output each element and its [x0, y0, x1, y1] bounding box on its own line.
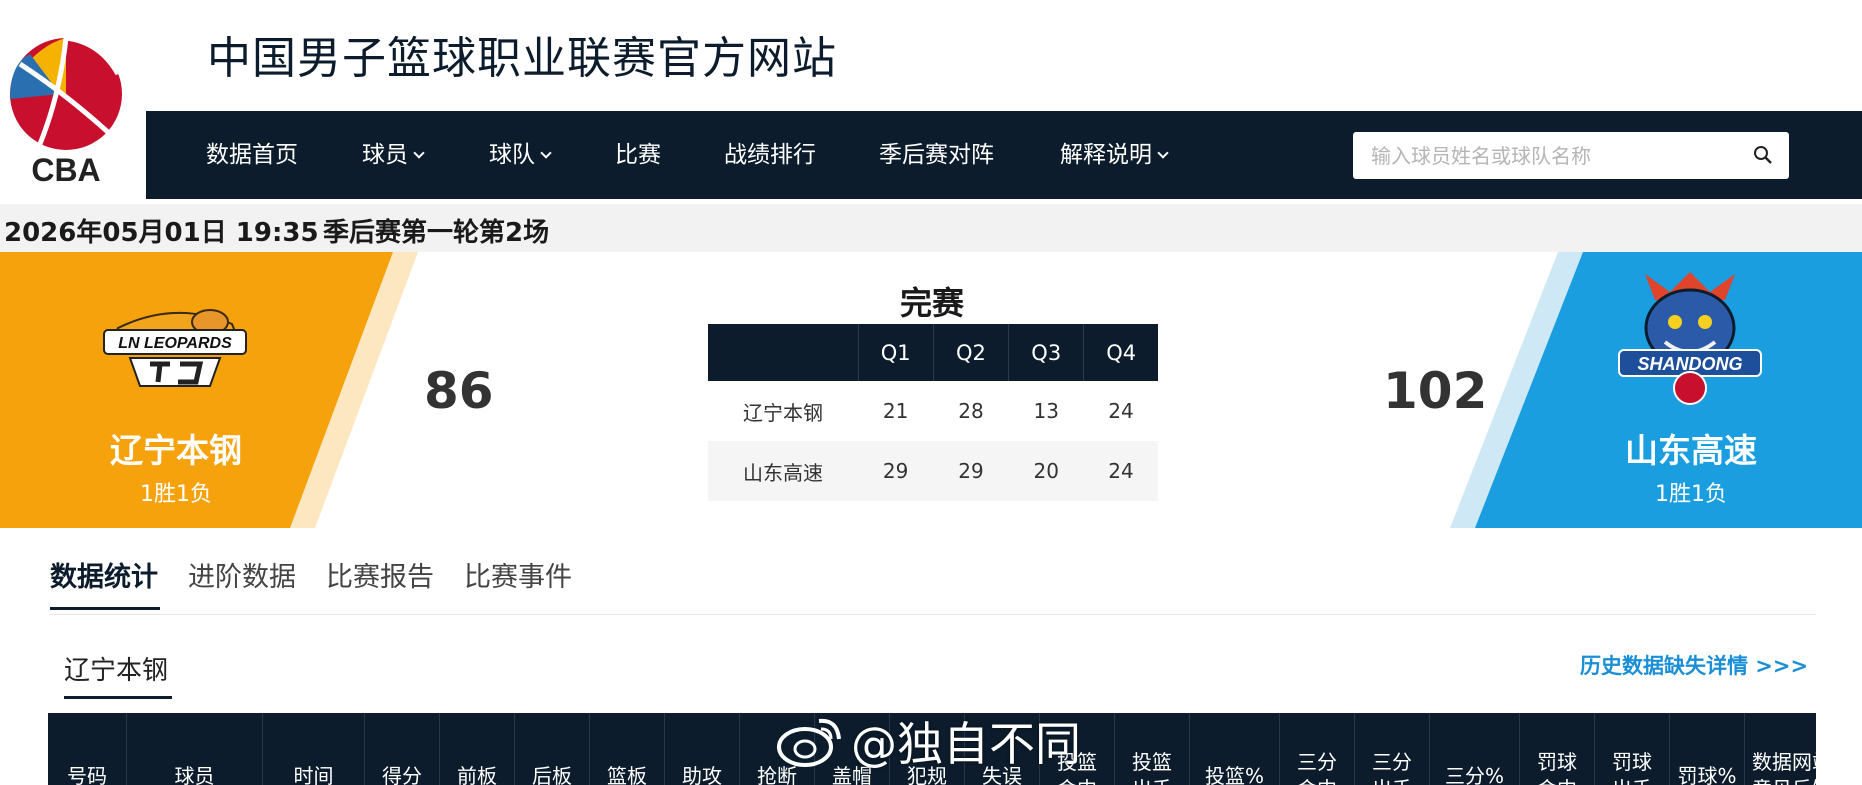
away-team-record: 1胜1负: [1655, 482, 1727, 507]
stats-column-header[interactable]: 罚球 命中: [1519, 713, 1594, 785]
row-team-name: 山东高速: [708, 441, 858, 501]
stats-column-header[interactable]: 助攻: [664, 713, 739, 785]
search-icon[interactable]: [1753, 145, 1773, 165]
stats-column-header[interactable]: 罚球%: [1669, 713, 1744, 785]
quarter-score: 21: [882, 399, 909, 423]
tab-box-score[interactable]: 数据统计: [50, 555, 158, 594]
stats-column-header[interactable]: 投篮%: [1189, 713, 1279, 785]
stats-column-header[interactable]: 三分 出手: [1354, 713, 1429, 785]
logo-text: CBA: [31, 152, 100, 184]
stats-column-header[interactable]: 球员: [126, 713, 262, 785]
home-team-record: 1胜1负: [140, 482, 212, 507]
tab-advanced-stats[interactable]: 进阶数据: [188, 555, 296, 594]
row-team-name: 辽宁本钢: [743, 400, 823, 425]
quarter-scores-table: Q1 Q2 Q3 Q4 辽宁本钢 21 28 13 24 山东高速 29 29 …: [708, 324, 1158, 501]
game-datetime: 2026年05月01日 19:35: [4, 218, 319, 248]
home-team-logo[interactable]: LN LEOPARDS: [100, 300, 250, 390]
game-status: 完赛: [900, 284, 965, 322]
stats-column-header[interactable]: 罚球 出手: [1594, 713, 1669, 785]
table-header-row: Q1 Q2 Q3 Q4: [708, 324, 1158, 381]
main-navbar: 数据首页 球员 球队 比赛 战绩排行 季后赛对阵 解释说明: [146, 111, 1862, 199]
history-data-link[interactable]: 历史数据缺失详情 >>>: [1580, 650, 1808, 680]
nav-item-data-home[interactable]: 数据首页: [206, 111, 298, 199]
site-title: 中国男子篮球职业联赛官方网站: [207, 33, 837, 84]
cba-logo[interactable]: CBA: [0, 24, 130, 184]
chevron-down-icon: [540, 147, 552, 159]
chevron-down-icon: [1157, 147, 1169, 159]
stats-column-header[interactable]: 投篮 出手: [1114, 713, 1189, 785]
quarter-score: 29: [858, 441, 934, 501]
home-team-name[interactable]: 辽宁本钢: [26, 424, 326, 472]
nav-item-explanations[interactable]: 解释说明: [1060, 111, 1169, 199]
search-input[interactable]: [1353, 132, 1733, 179]
stats-column-header[interactable]: 时间: [262, 713, 364, 785]
table-header-q4: Q4: [1083, 324, 1158, 381]
table-header-team: [708, 324, 858, 381]
game-round: 季后赛第一轮第2场: [323, 218, 550, 248]
table-header-q3: Q3: [1008, 324, 1084, 381]
stats-column-header[interactable]: 三分 命中: [1279, 713, 1354, 785]
search-box: [1353, 132, 1789, 179]
nav-item-teams[interactable]: 球队: [489, 111, 552, 199]
away-team-logo[interactable]: SHANDONG: [1615, 270, 1765, 410]
quarter-score: 24: [1108, 399, 1134, 423]
home-team-score: 86: [424, 362, 494, 420]
stats-column-header[interactable]: 前板: [439, 713, 514, 785]
nav-item-players[interactable]: 球员: [362, 111, 425, 199]
nav-item-games[interactable]: 比赛: [615, 111, 661, 199]
team-stats-title-underline: [64, 696, 172, 699]
nav-item-standings[interactable]: 战绩排行: [724, 111, 816, 199]
scoreboard-panel: LN LEOPARDS 辽宁本钢 1胜1负 86 完赛 Q1 Q2 Q3 Q4 …: [0, 252, 1862, 528]
stats-column-header[interactable]: 数据网站 意见反馈: [1744, 713, 1816, 785]
stats-column-header[interactable]: 得分: [364, 713, 439, 785]
quarter-score: 29: [933, 441, 1009, 501]
game-info-bar: 2026年05月01日 19:35 季后赛第一轮第2场: [0, 204, 1862, 252]
tabs-divider: [50, 614, 1816, 615]
away-team-name[interactable]: 山东高速: [1541, 424, 1841, 472]
table-row: 辽宁本钢 21 28 13 24: [708, 381, 1158, 441]
stats-column-header[interactable]: 后板: [514, 713, 589, 785]
quarter-score: 20: [1008, 441, 1084, 501]
tab-game-report[interactable]: 比赛报告: [326, 555, 434, 594]
table-header-q2: Q2: [932, 324, 1009, 381]
quarter-score: 13: [1033, 399, 1059, 423]
table-row: 山东高速 29 29 20 24: [708, 441, 1158, 501]
quarter-score: 24: [1083, 441, 1158, 501]
active-tab-indicator: [50, 607, 160, 610]
watermark-text: @独自不同: [851, 717, 1081, 771]
quarter-score: 28: [958, 399, 984, 423]
stats-column-header[interactable]: 号码: [48, 713, 126, 785]
home-logo-text: LN LEOPARDS: [118, 335, 232, 352]
weibo-icon: [777, 718, 841, 767]
stats-column-header[interactable]: 篮板: [589, 713, 664, 785]
nav-item-playoffs[interactable]: 季后赛对阵: [879, 111, 994, 199]
away-team-score: 102: [1383, 362, 1488, 420]
tab-game-events[interactable]: 比赛事件: [464, 555, 572, 594]
chevron-down-icon: [413, 147, 425, 159]
stats-column-header[interactable]: 三分%: [1429, 713, 1519, 785]
table-header-q1: Q1: [857, 324, 934, 381]
team-stats-title[interactable]: 辽宁本钢: [64, 650, 168, 687]
weibo-watermark: @独自不同: [775, 706, 1081, 776]
